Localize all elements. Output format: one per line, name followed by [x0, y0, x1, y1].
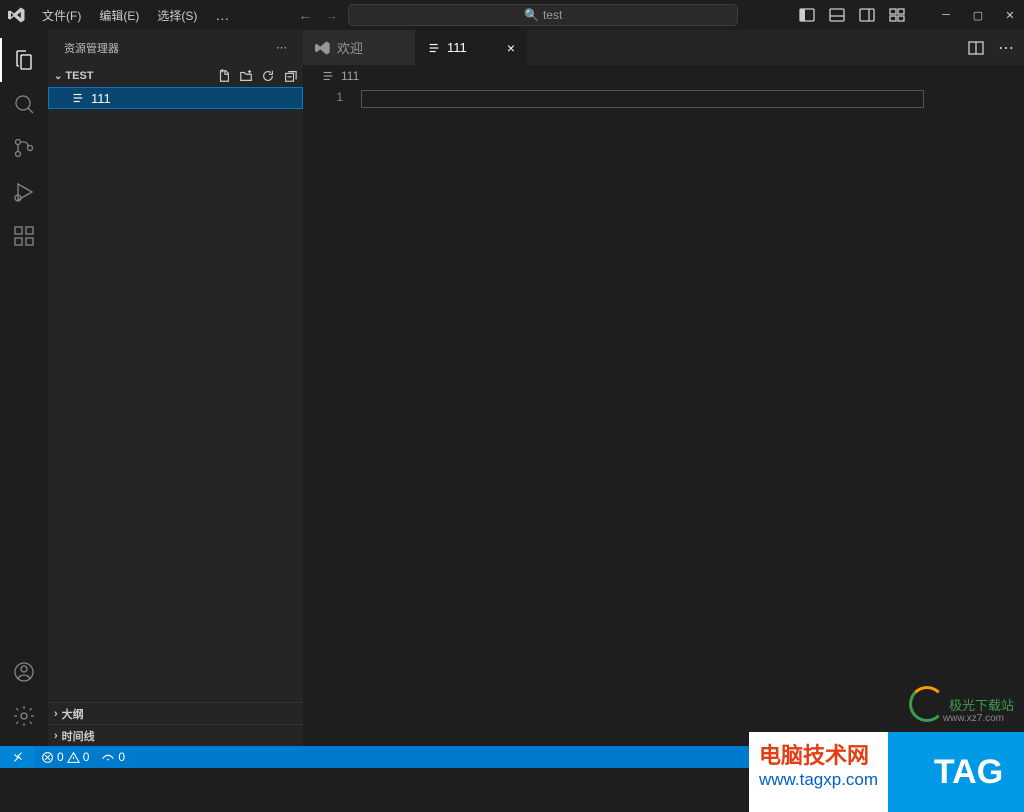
- watermark-text1: 电脑技术网: [759, 738, 878, 770]
- remote-button[interactable]: [0, 746, 35, 768]
- search-text: test: [543, 8, 562, 22]
- new-file-icon[interactable]: [217, 69, 231, 83]
- activity-settings[interactable]: [0, 694, 48, 738]
- search-icon: 🔍: [524, 8, 539, 22]
- line-number: 1: [303, 90, 343, 104]
- vscode-logo-icon: [315, 40, 331, 56]
- minimize-button[interactable]: ─: [940, 9, 952, 21]
- new-folder-icon[interactable]: [239, 69, 253, 83]
- layout-sidebar-left-icon[interactable]: [799, 7, 815, 23]
- folder-header[interactable]: ⌄ TEST: [48, 65, 303, 87]
- folder-name: TEST: [65, 70, 93, 82]
- sidebar-more-icon[interactable]: ⋯: [276, 41, 287, 54]
- nav-back-icon[interactable]: ←: [298, 7, 312, 23]
- swirl-icon: [909, 686, 945, 722]
- tab-welcome[interactable]: 欢迎: [303, 30, 415, 65]
- outline-section[interactable]: › 大纲: [48, 702, 303, 724]
- menu-select[interactable]: 选择(S): [149, 4, 205, 27]
- activity-bar: [0, 30, 48, 746]
- tab-file-111[interactable]: 111 ×: [415, 30, 527, 65]
- file-text-icon: [321, 69, 335, 83]
- timeline-section[interactable]: › 时间线: [48, 724, 303, 746]
- vscode-logo-icon: [8, 6, 26, 24]
- breadcrumb[interactable]: 111: [303, 65, 1024, 87]
- editor-area: 欢迎 111 × ⋯ 111 1: [303, 30, 1024, 746]
- file-item-111[interactable]: 111: [48, 87, 303, 109]
- sidebar-explorer: 资源管理器 ⋯ ⌄ TEST 111 › 大纲 ›: [48, 30, 303, 746]
- menu-file[interactable]: 文件(F): [34, 4, 89, 27]
- tab-label: 欢迎: [337, 38, 363, 57]
- watermark-text2: www.tagxp.com: [759, 770, 878, 790]
- activity-explorer[interactable]: [0, 38, 48, 82]
- refresh-icon[interactable]: [261, 69, 275, 83]
- file-name: 111: [91, 91, 111, 106]
- editor-tabs: 欢迎 111 × ⋯: [303, 30, 1024, 65]
- titlebar: 文件(F) 编辑(E) 选择(S) … ← → 🔍 test ─ ▢ ✕: [0, 0, 1024, 30]
- activity-debug[interactable]: [0, 170, 48, 214]
- activity-extensions[interactable]: [0, 214, 48, 258]
- nav-forward-icon: →: [324, 7, 338, 23]
- sidebar-title: 资源管理器: [64, 40, 119, 56]
- watermark-tag: TAG: [888, 732, 1024, 812]
- status-problems[interactable]: 0 0: [35, 750, 95, 764]
- menu-edit[interactable]: 编辑(E): [91, 4, 147, 27]
- menu-more[interactable]: …: [207, 4, 237, 27]
- close-button[interactable]: ✕: [1004, 9, 1016, 21]
- menu-bar: 文件(F) 编辑(E) 选择(S) …: [34, 4, 237, 27]
- activity-account[interactable]: [0, 650, 48, 694]
- line-numbers: 1: [303, 87, 361, 746]
- activity-search[interactable]: [0, 82, 48, 126]
- split-editor-icon[interactable]: [968, 40, 984, 56]
- status-ports[interactable]: 0: [95, 750, 131, 764]
- file-text-icon: [71, 91, 85, 105]
- layout-customize-icon[interactable]: [889, 7, 905, 23]
- file-text-icon: [427, 41, 441, 55]
- layout-sidebar-right-icon[interactable]: [859, 7, 875, 23]
- command-center-search[interactable]: 🔍 test: [348, 4, 738, 26]
- close-tab-icon[interactable]: ×: [507, 40, 515, 56]
- tab-label: 111: [447, 40, 467, 55]
- editor-line-1[interactable]: [361, 90, 924, 108]
- layout-panel-icon[interactable]: [829, 7, 845, 23]
- editor-more-icon[interactable]: ⋯: [998, 38, 1014, 58]
- chevron-right-icon: ›: [54, 708, 58, 720]
- breadcrumb-item: 111: [341, 69, 359, 83]
- chevron-right-icon: ›: [54, 730, 58, 742]
- editor-body[interactable]: 1 电脑技术网 www.tagxp.com TAG 极光下载站 www.xz7.…: [303, 87, 1024, 746]
- watermark-banner: 电脑技术网 www.tagxp.com TAG: [749, 732, 1024, 812]
- chevron-down-icon: ⌄: [54, 71, 62, 82]
- watermark-url: www.xz7.com: [943, 713, 1004, 724]
- maximize-button[interactable]: ▢: [972, 9, 984, 21]
- collapse-all-icon[interactable]: [283, 69, 297, 83]
- activity-source-control[interactable]: [0, 126, 48, 170]
